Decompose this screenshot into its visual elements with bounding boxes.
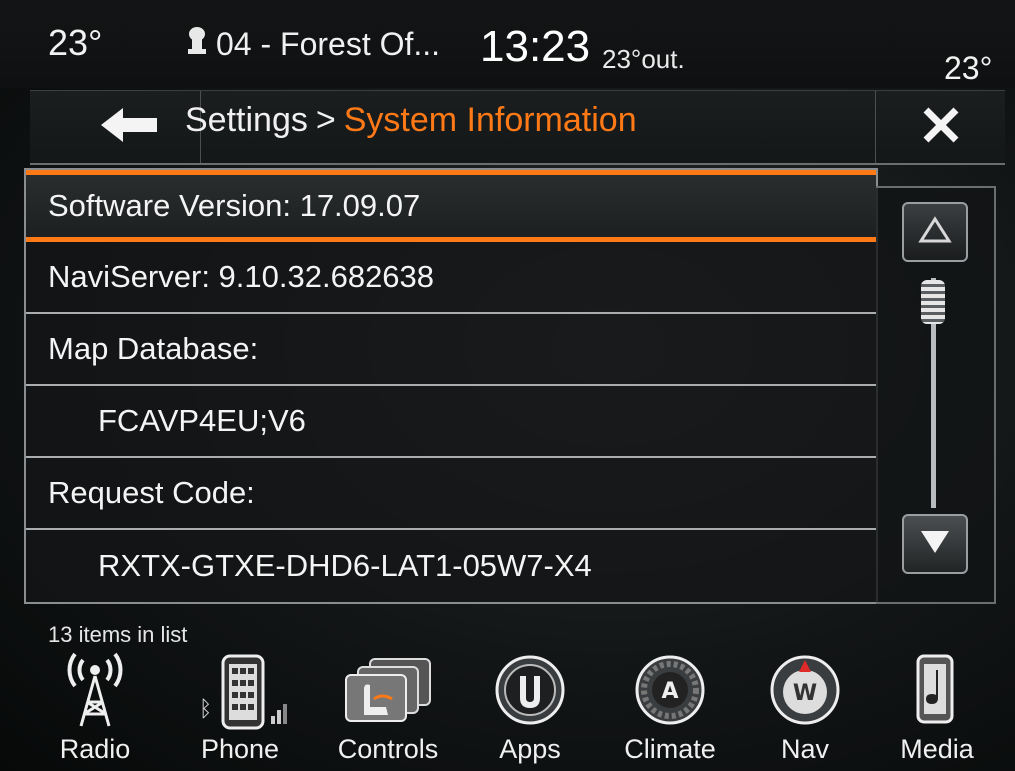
nav-label-controls: Controls: [337, 734, 439, 764]
list-item[interactable]: FCAVP4EU;V6: [26, 386, 876, 458]
nav-media[interactable]: Media: [872, 648, 1002, 771]
svg-text:W: W: [793, 681, 817, 706]
nav-phone[interactable]: ᛒ Phone: [175, 648, 305, 771]
list-item-text: NaviServer: 9.10.32.682638: [48, 259, 435, 294]
phone-icon: ᛒ: [185, 648, 295, 732]
nav-radio[interactable]: Radio: [30, 648, 160, 771]
list-item-text: FCAVP4EU;V6: [98, 403, 306, 438]
breadcrumb: Settings > System Information: [185, 101, 637, 140]
station-name: 04 - Forest Of...: [216, 26, 441, 62]
svg-text:ᛒ: ᛒ: [199, 697, 212, 722]
controls-icon: [340, 648, 436, 732]
scroll-down-icon: [918, 528, 952, 561]
list-item[interactable]: Map Database:: [26, 314, 876, 386]
list-item[interactable]: Request Code:: [26, 458, 876, 530]
nav-label-radio: Radio: [59, 734, 131, 764]
page-title: System Information: [343, 101, 637, 139]
nav-label-apps: Apps: [499, 734, 561, 764]
compass-icon: W: [769, 648, 841, 732]
nav-navigation[interactable]: W Nav: [740, 648, 870, 771]
breadcrumb-settings[interactable]: Settings: [185, 101, 308, 139]
nav-controls[interactable]: Controls: [323, 648, 453, 771]
scroll-up-button[interactable]: [902, 202, 968, 262]
back-arrow-icon: [101, 107, 159, 147]
list-item[interactable]: NaviServer: 9.10.32.682638: [26, 242, 876, 314]
items-count: 13 items in list: [48, 622, 188, 647]
radio-tower-icon: [63, 648, 127, 732]
header-bar: Settings > System Information: [30, 90, 1005, 165]
uconnect-screen: 23° 04 - Forest Of... 13:23 23°out. 23°: [0, 0, 1015, 771]
driver-temperature[interactable]: 23°: [48, 22, 102, 64]
nav-climate[interactable]: A Climate: [605, 648, 735, 771]
media-icon: [912, 648, 962, 732]
breadcrumb-separator: >: [315, 101, 336, 139]
system-info-list: Software Version: 17.09.07 NaviServer: 9.…: [24, 168, 878, 604]
outside-temperature: 23°out.: [602, 44, 685, 74]
close-icon: [921, 105, 961, 150]
close-button[interactable]: [875, 91, 1006, 163]
climate-icon: A: [634, 648, 706, 732]
clock: 13:23: [480, 22, 591, 71]
status-bar: 23° 04 - Forest Of... 13:23 23°out. 23°: [0, 0, 1015, 88]
nav-label-media: Media: [900, 734, 974, 764]
bottom-nav: Radio ᛒ Phone Controls Apps A Climate W …: [0, 648, 1015, 771]
scrollbar[interactable]: [876, 186, 996, 604]
list-item-text: Request Code:: [48, 475, 255, 510]
nav-apps[interactable]: Apps: [465, 648, 595, 771]
list-item-text: RXTX-GTXE-DHD6-LAT1-05W7-X4: [98, 548, 592, 583]
list-item-text: Software Version: 17.09.07: [48, 188, 421, 223]
scroll-thumb[interactable]: [921, 280, 945, 324]
svg-text:A: A: [661, 679, 678, 704]
nav-label-climate: Climate: [624, 734, 716, 764]
now-playing[interactable]: 04 - Forest Of...: [186, 26, 440, 63]
nav-label-nav: Nav: [780, 734, 829, 764]
apps-icon: [494, 648, 566, 732]
list-item[interactable]: Software Version: 17.09.07: [26, 170, 876, 242]
back-button[interactable]: [60, 91, 201, 163]
scroll-down-button[interactable]: [902, 514, 968, 574]
nav-label-phone: Phone: [200, 734, 280, 764]
scroll-up-icon: [918, 215, 952, 249]
passenger-temperature[interactable]: 23°: [944, 50, 992, 87]
list-item-text: Map Database:: [48, 331, 259, 366]
list-item[interactable]: RXTX-GTXE-DHD6-LAT1-05W7-X4: [26, 530, 876, 602]
bluetooth-audio-icon: [186, 26, 208, 63]
